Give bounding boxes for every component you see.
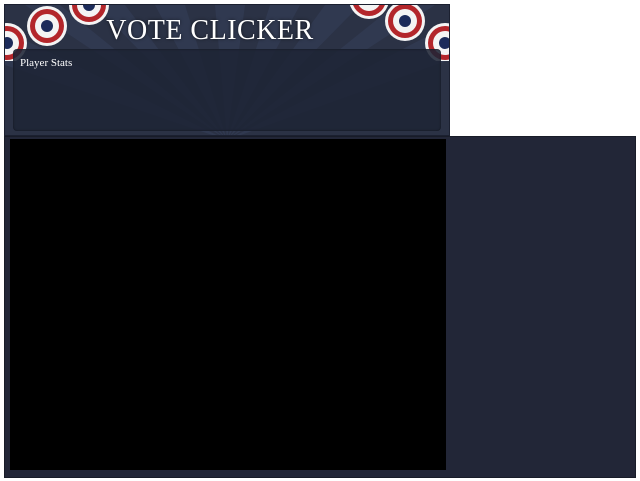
- player-stats-panel: Player Stats: [13, 49, 441, 131]
- game-container: [4, 136, 636, 478]
- game-canvas[interactable]: [10, 139, 446, 470]
- game-title: VOTE CLICKER: [106, 15, 314, 46]
- header-banner: VOTE CLICKER Player Stats: [4, 4, 450, 136]
- player-stats-label: Player Stats: [20, 57, 73, 69]
